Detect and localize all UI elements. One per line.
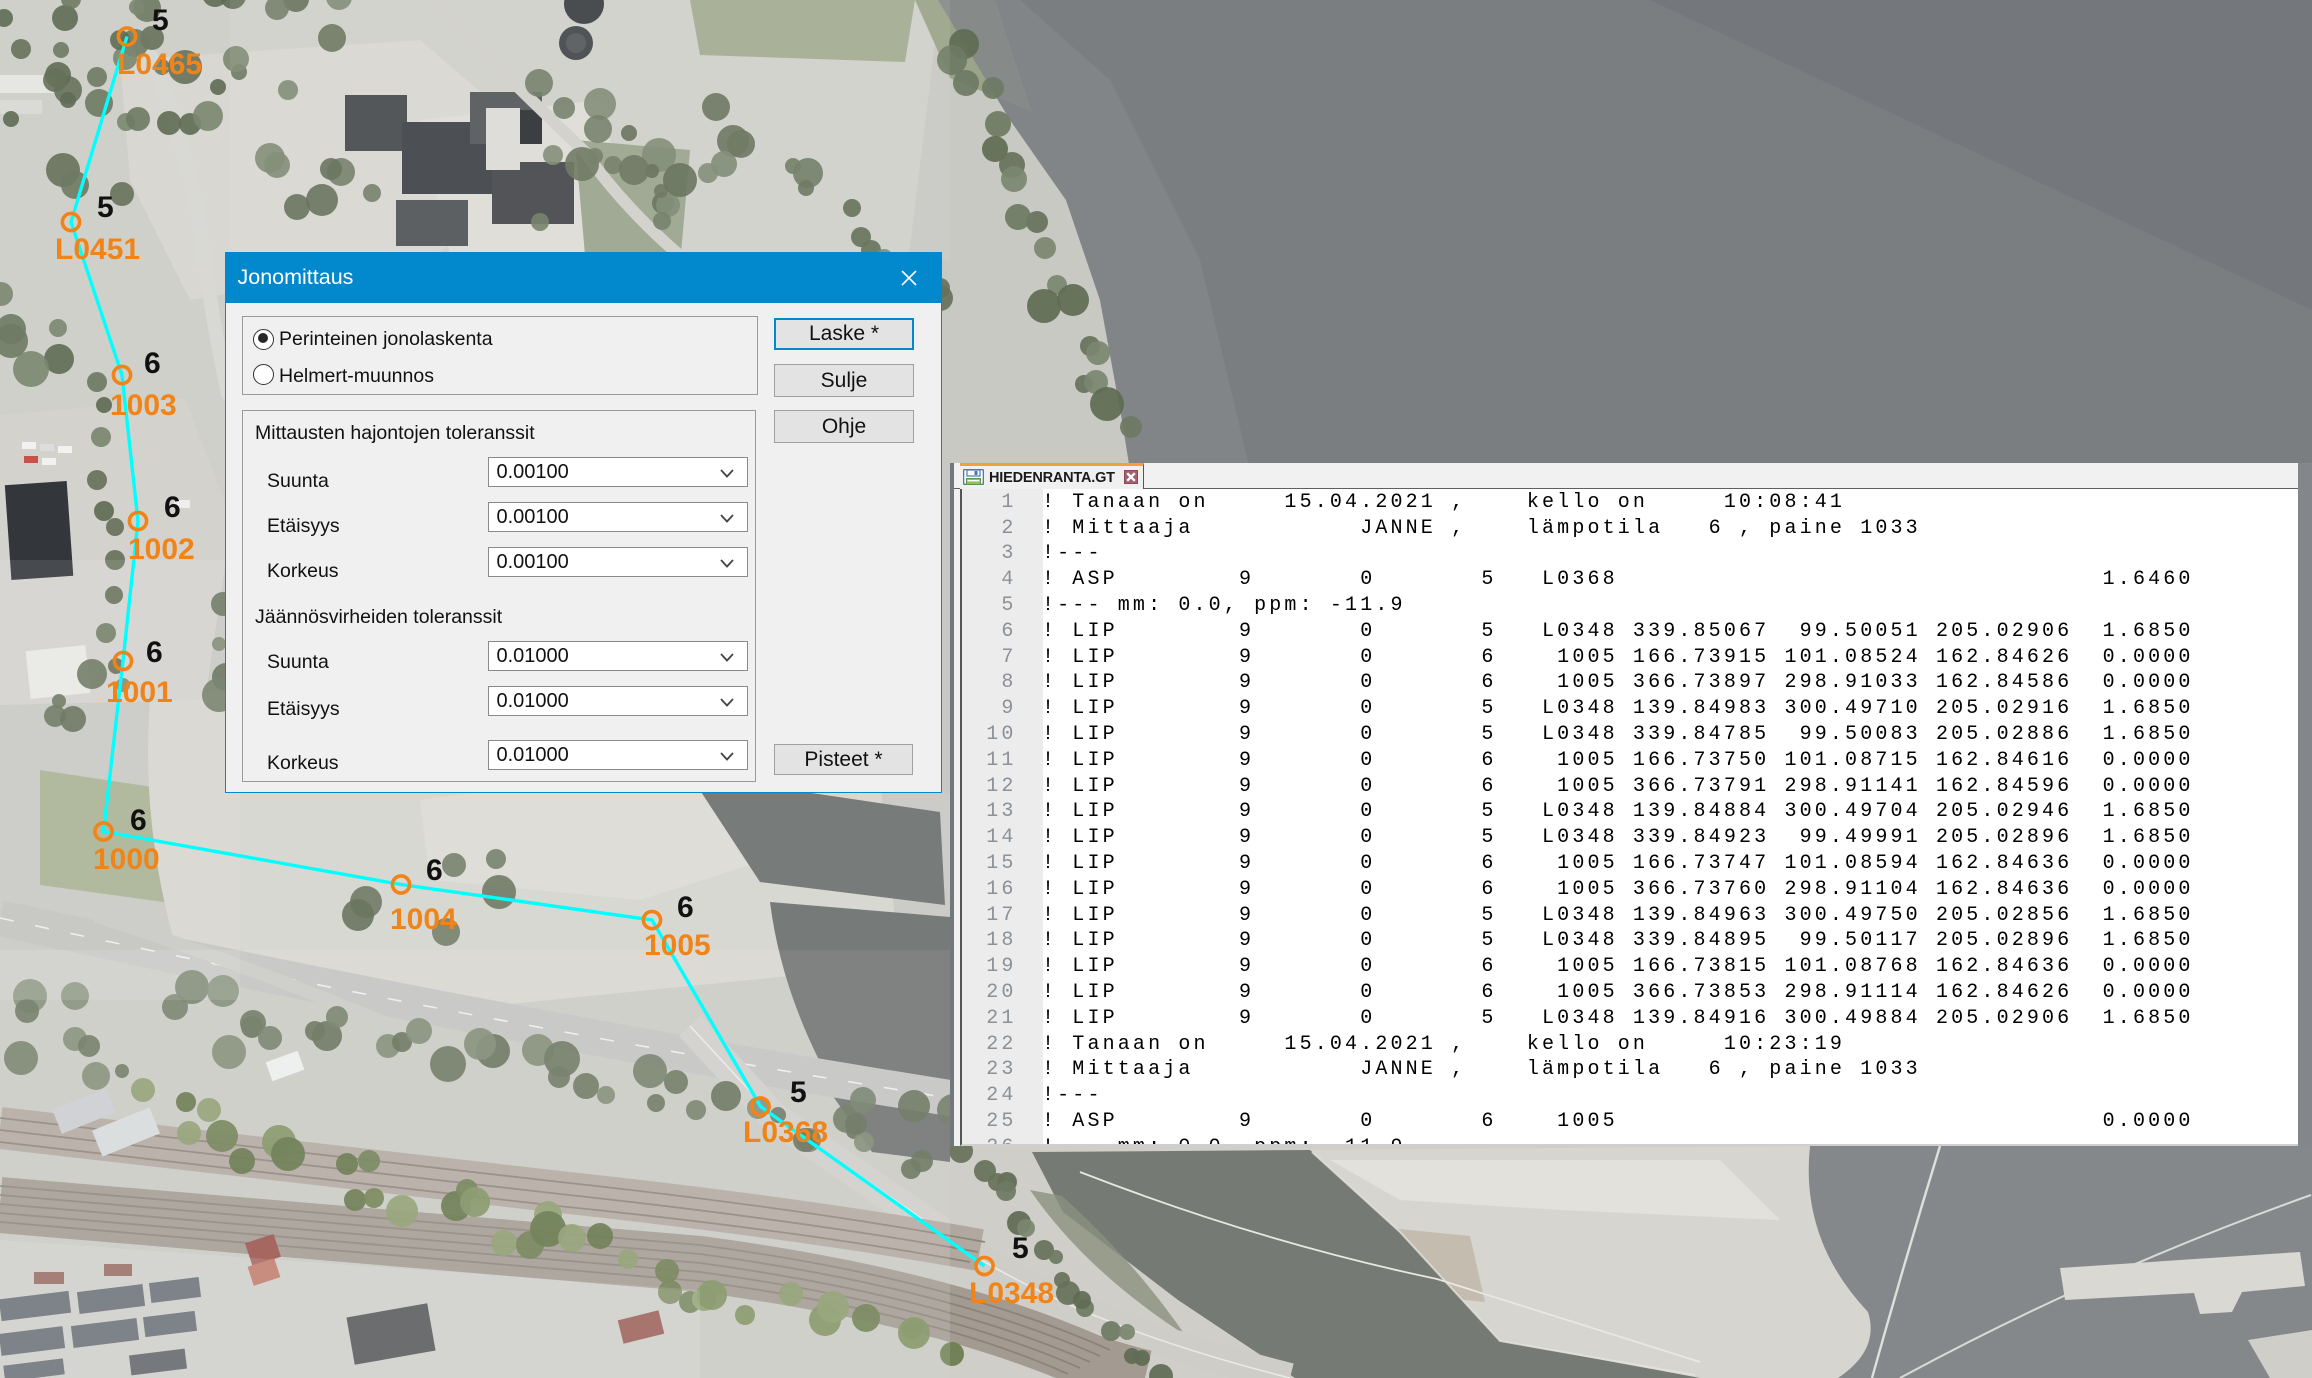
svg-text:1001: 1001 [106,676,173,709]
svg-text:1003: 1003 [110,389,177,422]
svg-text:6: 6 [164,491,181,524]
svg-text:5: 5 [1012,1232,1029,1265]
svg-text:6: 6 [426,854,443,887]
svg-text:L0451: L0451 [55,233,140,266]
svg-text:1005: 1005 [644,929,711,962]
svg-text:1004: 1004 [390,903,457,936]
svg-text:5: 5 [790,1076,807,1109]
svg-text:5: 5 [97,191,114,224]
svg-text:1002: 1002 [128,533,195,566]
svg-text:6: 6 [677,891,694,924]
svg-text:L0348: L0348 [969,1277,1054,1310]
svg-text:6: 6 [144,347,161,380]
svg-text:L0368: L0368 [743,1116,828,1149]
svg-text:L0465: L0465 [117,48,202,81]
svg-text:6: 6 [146,636,163,669]
svg-text:1000: 1000 [93,843,160,876]
svg-text:6: 6 [130,804,147,837]
svg-text:5: 5 [152,4,169,37]
